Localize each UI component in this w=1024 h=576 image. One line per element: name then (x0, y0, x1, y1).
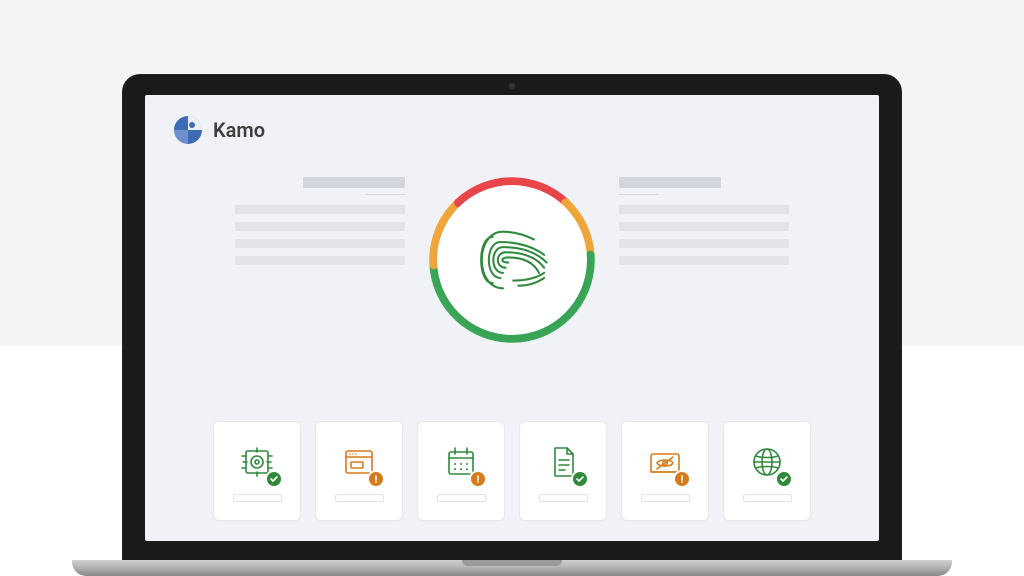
app-screen: Kamo (145, 95, 879, 541)
screen-bezel: Kamo (122, 74, 902, 562)
document-icon (541, 440, 585, 484)
card-label-placeholder (437, 494, 486, 502)
progress-ring (423, 171, 601, 349)
status-card-browser[interactable] (315, 421, 403, 521)
brand-name: Kamo (213, 118, 265, 142)
status-warn-badge (469, 470, 487, 488)
status-ok-badge (265, 470, 283, 488)
brand: Kamo (173, 115, 265, 145)
card-label-placeholder (335, 494, 384, 502)
status-card-document[interactable] (519, 421, 607, 521)
status-ok-badge (571, 470, 589, 488)
card-label-placeholder (743, 494, 792, 502)
camera-dot (509, 83, 515, 89)
globe-icon (745, 440, 789, 484)
status-card-target[interactable] (213, 421, 301, 521)
brand-logo-icon (173, 115, 203, 145)
status-card-globe[interactable] (723, 421, 811, 521)
status-warn-badge (367, 470, 385, 488)
card-label-placeholder (641, 494, 690, 502)
laptop-frame: Kamo (122, 74, 902, 576)
status-card-eye-off[interactable] (621, 421, 709, 521)
card-label-placeholder (539, 494, 588, 502)
left-text-placeholder (235, 171, 405, 273)
status-card-calendar[interactable] (417, 421, 505, 521)
status-ok-badge (775, 470, 793, 488)
hero-section (145, 171, 879, 349)
laptop-base (72, 560, 952, 576)
ring-inner (437, 185, 587, 335)
card-label-placeholder (233, 494, 282, 502)
browser-icon (337, 440, 381, 484)
eye-off-icon (643, 440, 687, 484)
fingerprint-icon (473, 215, 551, 305)
right-text-placeholder (619, 171, 789, 273)
calendar-icon (439, 440, 483, 484)
status-cards-row (145, 421, 879, 521)
status-warn-badge (673, 470, 691, 488)
target-icon (235, 440, 279, 484)
